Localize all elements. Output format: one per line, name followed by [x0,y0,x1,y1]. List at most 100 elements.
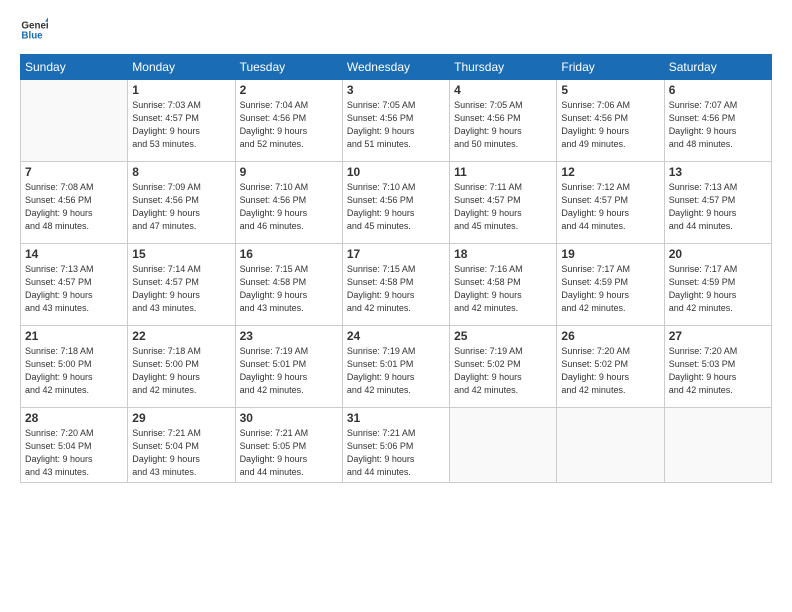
calendar-cell: 3 Sunrise: 7:05 AM Sunset: 4:56 PM Daylig… [342,80,449,162]
day-info: Sunrise: 7:20 AM Sunset: 5:03 PM Dayligh… [669,345,767,397]
day-info: Sunrise: 7:14 AM Sunset: 4:57 PM Dayligh… [132,263,230,315]
day-info: Sunrise: 7:05 AM Sunset: 4:56 PM Dayligh… [347,99,445,151]
day-number: 10 [347,165,445,179]
page: General Blue SundayMondayTuesdayWednesda… [0,0,792,612]
day-number: 19 [561,247,659,261]
day-info: Sunrise: 7:12 AM Sunset: 4:57 PM Dayligh… [561,181,659,233]
calendar-cell [664,408,771,483]
calendar-cell: 15 Sunrise: 7:14 AM Sunset: 4:57 PM Dayli… [128,244,235,326]
header: General Blue [20,16,772,44]
calendar-header-tuesday: Tuesday [235,55,342,80]
day-number: 11 [454,165,552,179]
day-info: Sunrise: 7:09 AM Sunset: 4:56 PM Dayligh… [132,181,230,233]
calendar-header-saturday: Saturday [664,55,771,80]
calendar-header-wednesday: Wednesday [342,55,449,80]
day-number: 14 [25,247,123,261]
calendar-header-sunday: Sunday [21,55,128,80]
day-info: Sunrise: 7:19 AM Sunset: 5:01 PM Dayligh… [347,345,445,397]
calendar-cell: 7Sunrise: 7:08 AM Sunset: 4:56 PM Daylig… [21,162,128,244]
logo: General Blue [20,16,52,44]
calendar-cell: 5 Sunrise: 7:06 AM Sunset: 4:56 PM Daylig… [557,80,664,162]
calendar-cell: 30 Sunrise: 7:21 AM Sunset: 5:05 PM Dayli… [235,408,342,483]
day-info: Sunrise: 7:17 AM Sunset: 4:59 PM Dayligh… [669,263,767,315]
day-info: Sunrise: 7:08 AM Sunset: 4:56 PM Dayligh… [25,181,123,233]
calendar-week-row: 14Sunrise: 7:13 AM Sunset: 4:57 PM Dayli… [21,244,772,326]
day-number: 25 [454,329,552,343]
day-info: Sunrise: 7:18 AM Sunset: 5:00 PM Dayligh… [25,345,123,397]
calendar-cell: 14Sunrise: 7:13 AM Sunset: 4:57 PM Dayli… [21,244,128,326]
logo-icon: General Blue [20,16,48,44]
calendar-cell: 29 Sunrise: 7:21 AM Sunset: 5:04 PM Dayli… [128,408,235,483]
calendar-cell: 19 Sunrise: 7:17 AM Sunset: 4:59 PM Dayli… [557,244,664,326]
day-number: 18 [454,247,552,261]
calendar-cell: 18 Sunrise: 7:16 AM Sunset: 4:58 PM Dayli… [450,244,557,326]
calendar-cell: 11Sunrise: 7:11 AM Sunset: 4:57 PM Dayli… [450,162,557,244]
day-number: 9 [240,165,338,179]
day-number: 29 [132,411,230,425]
calendar-week-row: 1 Sunrise: 7:03 AM Sunset: 4:57 PM Daylig… [21,80,772,162]
calendar-week-row: 21 Sunrise: 7:18 AM Sunset: 5:00 PM Dayli… [21,326,772,408]
day-info: Sunrise: 7:07 AM Sunset: 4:56 PM Dayligh… [669,99,767,151]
calendar-cell: 31 Sunrise: 7:21 AM Sunset: 5:06 PM Dayli… [342,408,449,483]
day-number: 31 [347,411,445,425]
calendar-cell: 24 Sunrise: 7:19 AM Sunset: 5:01 PM Dayli… [342,326,449,408]
day-number: 2 [240,83,338,97]
calendar-cell: 9 Sunrise: 7:10 AM Sunset: 4:56 PM Daylig… [235,162,342,244]
day-number: 13 [669,165,767,179]
day-number: 26 [561,329,659,343]
calendar-header-monday: Monday [128,55,235,80]
day-info: Sunrise: 7:21 AM Sunset: 5:06 PM Dayligh… [347,427,445,479]
calendar-cell: 26 Sunrise: 7:20 AM Sunset: 5:02 PM Dayli… [557,326,664,408]
day-number: 21 [25,329,123,343]
calendar-cell: 8Sunrise: 7:09 AM Sunset: 4:56 PM Daylig… [128,162,235,244]
day-number: 1 [132,83,230,97]
calendar-cell: 13Sunrise: 7:13 AM Sunset: 4:57 PM Dayli… [664,162,771,244]
calendar-header-thursday: Thursday [450,55,557,80]
day-number: 15 [132,247,230,261]
day-info: Sunrise: 7:20 AM Sunset: 5:02 PM Dayligh… [561,345,659,397]
calendar-cell: 23 Sunrise: 7:19 AM Sunset: 5:01 PM Dayli… [235,326,342,408]
day-info: Sunrise: 7:17 AM Sunset: 4:59 PM Dayligh… [561,263,659,315]
day-number: 24 [347,329,445,343]
day-number: 3 [347,83,445,97]
calendar-cell: 17 Sunrise: 7:15 AM Sunset: 4:58 PM Dayli… [342,244,449,326]
day-info: Sunrise: 7:19 AM Sunset: 5:02 PM Dayligh… [454,345,552,397]
day-info: Sunrise: 7:21 AM Sunset: 5:04 PM Dayligh… [132,427,230,479]
day-number: 23 [240,329,338,343]
calendar-cell [557,408,664,483]
day-info: Sunrise: 7:03 AM Sunset: 4:57 PM Dayligh… [132,99,230,151]
day-info: Sunrise: 7:21 AM Sunset: 5:05 PM Dayligh… [240,427,338,479]
calendar-cell: 6Sunrise: 7:07 AM Sunset: 4:56 PM Daylig… [664,80,771,162]
day-number: 20 [669,247,767,261]
calendar-cell: 10 Sunrise: 7:10 AM Sunset: 4:56 PM Dayli… [342,162,449,244]
day-number: 5 [561,83,659,97]
calendar-cell: 2 Sunrise: 7:04 AM Sunset: 4:56 PM Daylig… [235,80,342,162]
day-info: Sunrise: 7:10 AM Sunset: 4:56 PM Dayligh… [347,181,445,233]
day-info: Sunrise: 7:04 AM Sunset: 4:56 PM Dayligh… [240,99,338,151]
calendar-cell: 21 Sunrise: 7:18 AM Sunset: 5:00 PM Dayli… [21,326,128,408]
day-info: Sunrise: 7:15 AM Sunset: 4:58 PM Dayligh… [347,263,445,315]
calendar-week-row: 7Sunrise: 7:08 AM Sunset: 4:56 PM Daylig… [21,162,772,244]
day-info: Sunrise: 7:15 AM Sunset: 4:58 PM Dayligh… [240,263,338,315]
day-info: Sunrise: 7:19 AM Sunset: 5:01 PM Dayligh… [240,345,338,397]
day-number: 4 [454,83,552,97]
day-number: 30 [240,411,338,425]
day-number: 12 [561,165,659,179]
day-number: 27 [669,329,767,343]
day-info: Sunrise: 7:16 AM Sunset: 4:58 PM Dayligh… [454,263,552,315]
calendar-header-friday: Friday [557,55,664,80]
day-info: Sunrise: 7:18 AM Sunset: 5:00 PM Dayligh… [132,345,230,397]
day-info: Sunrise: 7:06 AM Sunset: 4:56 PM Dayligh… [561,99,659,151]
calendar-table: SundayMondayTuesdayWednesdayThursdayFrid… [20,54,772,483]
day-number: 28 [25,411,123,425]
calendar-header-row: SundayMondayTuesdayWednesdayThursdayFrid… [21,55,772,80]
calendar-cell [450,408,557,483]
calendar-cell: 12 Sunrise: 7:12 AM Sunset: 4:57 PM Dayli… [557,162,664,244]
calendar-cell: 22 Sunrise: 7:18 AM Sunset: 5:00 PM Dayli… [128,326,235,408]
calendar-cell: 1 Sunrise: 7:03 AM Sunset: 4:57 PM Daylig… [128,80,235,162]
day-number: 17 [347,247,445,261]
day-number: 22 [132,329,230,343]
calendar-cell: 27 Sunrise: 7:20 AM Sunset: 5:03 PM Dayli… [664,326,771,408]
day-info: Sunrise: 7:10 AM Sunset: 4:56 PM Dayligh… [240,181,338,233]
calendar-cell: 16Sunrise: 7:15 AM Sunset: 4:58 PM Dayli… [235,244,342,326]
